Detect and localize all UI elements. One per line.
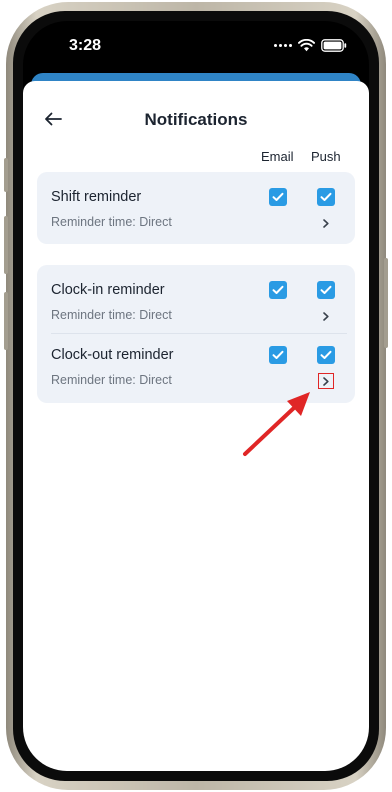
side-button [4,158,8,192]
side-button [4,216,8,274]
push-checkbox[interactable] [317,188,335,206]
chevron-right-icon[interactable] [318,308,334,324]
email-checkbox[interactable] [269,346,287,364]
column-header-email: Email [261,149,294,164]
wifi-icon [298,39,315,52]
column-header-push: Push [311,149,341,164]
checkmark-icon [272,350,284,359]
list-item-clock-out-reminder: Clock-out reminder Reminder time: Direct [37,330,355,396]
list-item-shift-reminder: Shift reminder Reminder time: Direct [37,172,355,238]
checkmark-icon [320,285,332,294]
push-checkbox[interactable] [317,281,335,299]
reminder-card: Shift reminder Reminder time: Direct [37,172,355,244]
annotation-arrow [243,392,310,456]
row-subtitle: Reminder time: Direct [51,308,172,322]
status-icons [274,39,347,52]
battery-icon [321,39,347,52]
row-label: Clock-out reminder [51,347,174,363]
checkmark-icon [320,192,332,201]
header: Notifications [23,81,369,141]
checkmark-icon [272,285,284,294]
chevron-right-icon[interactable] [318,373,334,389]
checkmark-icon [320,350,332,359]
row-label: Shift reminder [51,189,142,205]
signal-dots-icon [274,44,292,47]
side-button [4,292,8,350]
chevron-right-icon[interactable] [318,215,334,231]
push-checkbox[interactable] [317,346,335,364]
reminder-card: Clock-in reminder Reminder time: Direct … [37,265,355,403]
side-button [384,258,388,348]
email-checkbox[interactable] [269,188,287,206]
status-bar: 3:28 [23,21,369,75]
row-subtitle: Reminder time: Direct [51,215,172,229]
list-item-clock-in-reminder: Clock-in reminder Reminder time: Direct [37,265,355,331]
email-checkbox[interactable] [269,281,287,299]
row-subtitle: Reminder time: Direct [51,373,172,387]
status-time: 3:28 [69,37,102,54]
page-title: Notifications [144,110,248,129]
row-label: Clock-in reminder [51,282,165,298]
checkmark-icon [272,192,284,201]
